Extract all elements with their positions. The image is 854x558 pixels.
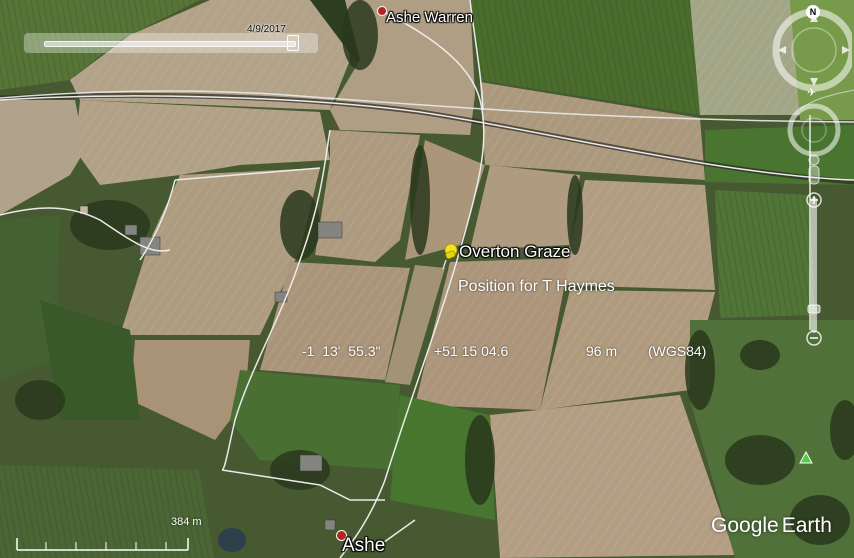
time-slider[interactable]: [24, 33, 318, 53]
time-slider-track[interactable]: [44, 41, 296, 47]
place-label-ashe-warren[interactable]: Ashe Warren: [386, 9, 473, 26]
longitude-readout: -1 13' 55.3": [302, 343, 381, 359]
map-view[interactable]: Ashe Warren Ashe Overton Graze Position …: [0, 0, 854, 558]
scale-bar-label: 384 m: [171, 516, 202, 528]
logo-earth: Earth: [781, 514, 832, 537]
place-label-ashe[interactable]: Ashe: [342, 535, 385, 557]
satellite-imagery: [0, 0, 854, 558]
time-slider-handle[interactable]: [287, 35, 299, 51]
logo-google: Google: [711, 514, 779, 537]
placemark-name[interactable]: Overton Graze: [459, 242, 571, 262]
google-earth-logo: Google Earth: [711, 514, 832, 538]
datum-readout: (WGS84): [648, 343, 707, 359]
airplane-icon: ✈: [807, 87, 817, 99]
north-button[interactable]: N: [806, 5, 820, 19]
time-slider-date: 4/9/2017: [247, 24, 286, 35]
latitude-readout: +51 15 04.6: [434, 343, 509, 359]
yellow-pushpin-icon[interactable]: [440, 242, 460, 270]
navigation-controls[interactable]: [772, 0, 852, 360]
tree-icon[interactable]: [799, 451, 813, 465]
placemark-description: Position for T Haymes: [458, 278, 615, 295]
altitude-readout: 96 m: [586, 343, 618, 359]
north-label: N: [809, 7, 817, 17]
scale-bar: 384 m: [16, 516, 202, 551]
